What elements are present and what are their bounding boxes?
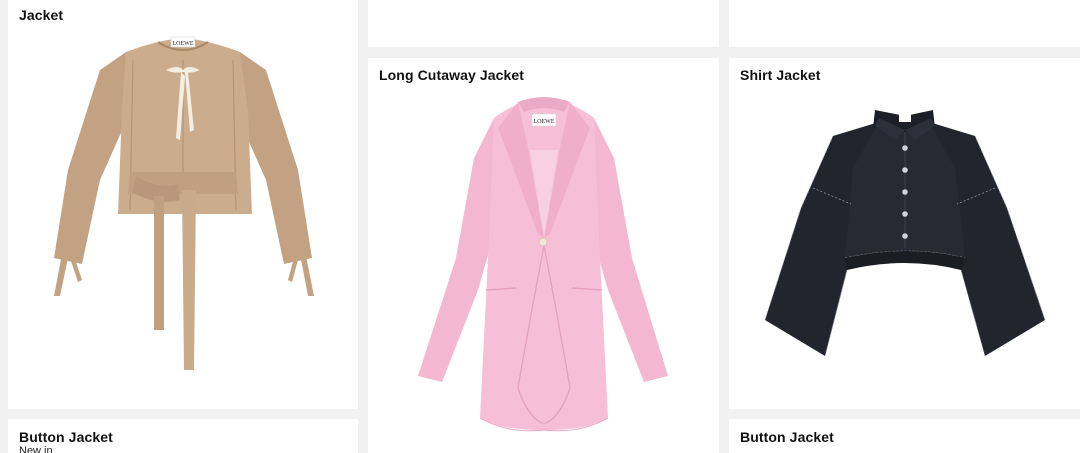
brand-label-text: LOEWE: [534, 119, 555, 125]
product-card-long-cutaway-jacket[interactable]: Long Cutaway Jacket LOEWE: [368, 58, 719, 453]
product-grid: Jacket LOEWE Button Jacket New in Long C…: [0, 0, 1080, 453]
navy-cape-shirt-jacket-image[interactable]: [729, 58, 1080, 409]
product-card-button-jacket-2[interactable]: Button Jacket: [729, 419, 1080, 453]
new-in-badge: New in: [19, 445, 53, 453]
product-title[interactable]: Button Jacket: [19, 429, 113, 445]
product-title[interactable]: Button Jacket: [740, 429, 834, 445]
product-card-top-middle[interactable]: [368, 0, 719, 47]
product-card-shirt-jacket[interactable]: Shirt Jacket: [729, 58, 1080, 409]
product-card-jacket[interactable]: Jacket LOEWE: [8, 0, 358, 409]
product-card-top-right[interactable]: [729, 0, 1080, 47]
beige-tie-jacket-image[interactable]: LOEWE: [8, 0, 358, 409]
brand-label-text: LOEWE: [173, 41, 194, 47]
product-card-button-jacket-1[interactable]: Button Jacket New in: [8, 419, 358, 453]
pink-cutaway-jacket-image[interactable]: LOEWE: [368, 58, 719, 453]
